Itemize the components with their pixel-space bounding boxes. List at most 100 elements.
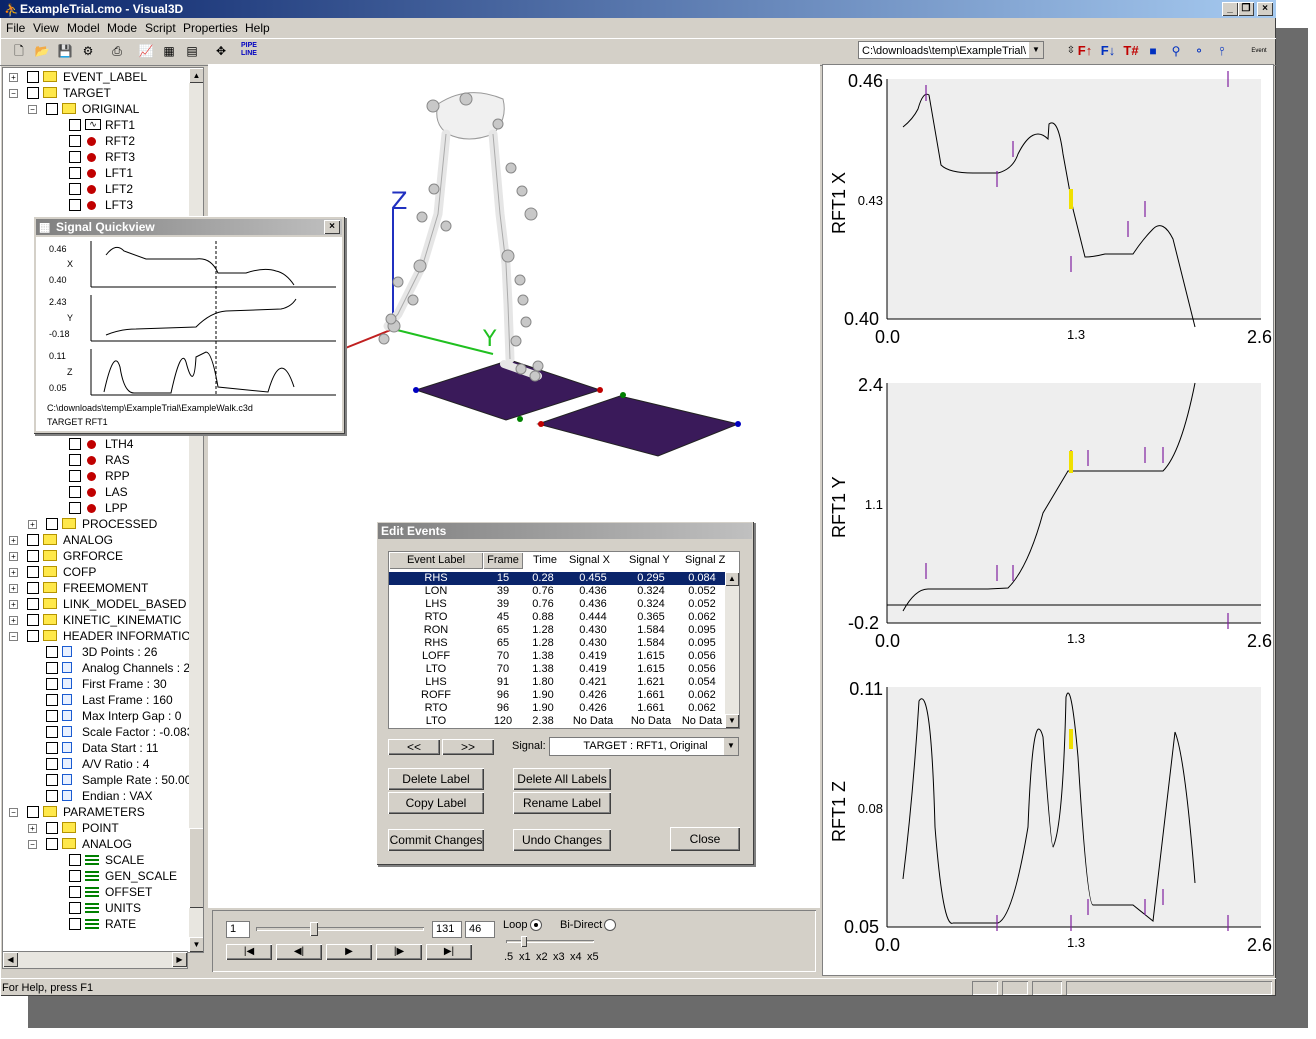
tree-checkbox[interactable]: [27, 582, 39, 594]
signal-select[interactable]: TARGET : RFT1, Original ▼: [549, 737, 739, 756]
table-row[interactable]: ROFF 96 1.90 0.426 1.661 0.062: [389, 689, 725, 702]
col-frame[interactable]: Frame: [483, 552, 523, 569]
step-back-button[interactable]: ◀|: [276, 944, 322, 960]
tree-checkbox[interactable]: [46, 103, 58, 115]
events-scrollbar[interactable]: ▲ ▼: [725, 572, 739, 728]
collapse-icon[interactable]: −: [9, 89, 18, 98]
tree-checkbox[interactable]: [69, 486, 81, 498]
table-row[interactable]: RHS 65 1.28 0.430 1.584 0.095: [389, 637, 725, 650]
table-row[interactable]: LTO 120 2.38 No Data No Data No Data: [389, 715, 725, 728]
table-row[interactable]: RHS 15 0.28 0.455 0.295 0.084: [389, 572, 725, 585]
menu-mode[interactable]: Mode: [107, 21, 137, 35]
force-down-icon[interactable]: F↓: [1099, 42, 1117, 60]
camera-icon[interactable]: ■: [1144, 42, 1162, 60]
path-combo[interactable]: C:\downloads\temp\ExampleTrial\ ▼: [858, 41, 1044, 59]
tree-checkbox[interactable]: [46, 678, 58, 690]
chevron-down-icon[interactable]: ▼: [1029, 42, 1043, 58]
bidirect-radio[interactable]: [604, 919, 616, 931]
maximize-button[interactable]: ❐: [1238, 2, 1254, 16]
tree-checkbox[interactable]: [46, 774, 58, 786]
tree-checkbox[interactable]: [46, 822, 58, 834]
tree-checkbox[interactable]: [69, 167, 81, 179]
collapse-icon[interactable]: −: [28, 840, 37, 849]
signal-quickview-window[interactable]: ▦ Signal Quickview × 0.46 X 0.40 2.43 Y …: [33, 216, 345, 434]
close-dialog-button[interactable]: Close: [670, 827, 740, 851]
menu-help[interactable]: Help: [245, 21, 270, 35]
workspace-icon[interactable]: ✥: [212, 42, 230, 60]
expand-icon[interactable]: +: [28, 824, 37, 833]
scroll-right-icon[interactable]: ▶: [172, 952, 187, 967]
tree-checkbox[interactable]: [27, 71, 39, 83]
expand-icon[interactable]: +: [9, 616, 18, 625]
open-folder-icon[interactable]: 📂: [33, 42, 51, 60]
close-button[interactable]: ×: [1257, 2, 1273, 16]
data-tree[interactable]: + EVENT_LABEL − TARGET − ORIGINAL ∿ RFT1 RFT2 RFT…: [2, 67, 204, 953]
tree-checkbox[interactable]: [46, 838, 58, 850]
table-row[interactable]: LHS 39 0.76 0.436 0.324 0.052: [389, 598, 725, 611]
tree-checkbox[interactable]: [46, 790, 58, 802]
edit-events-dialog[interactable]: Edit Events Event Label Frame Time Signa…: [376, 521, 754, 865]
tree-checkbox[interactable]: [69, 902, 81, 914]
tree-checkbox[interactable]: [69, 438, 81, 450]
prev-event-button[interactable]: <<: [388, 739, 440, 755]
tree-checkbox[interactable]: [46, 726, 58, 738]
collapse-icon[interactable]: −: [28, 105, 37, 114]
graph-panel[interactable]: RFT1 X 0.46 0.43 0.40 0.0 1.3 2.6 RFT1 Y 2.4 1.1-…: [822, 64, 1274, 976]
tree-checkbox[interactable]: [69, 199, 81, 211]
copy-label-button[interactable]: Copy Label: [388, 792, 484, 814]
marker-icon[interactable]: ⚲: [1167, 42, 1185, 60]
scroll-down-icon[interactable]: ▼: [725, 714, 739, 728]
scroll-left-icon[interactable]: ◀: [3, 952, 18, 967]
tree-hscrollbar[interactable]: ◀ ▶: [2, 951, 188, 969]
tree-checkbox[interactable]: [69, 135, 81, 147]
table-row[interactable]: RTO 96 1.90 0.426 1.661 0.062: [389, 702, 725, 715]
tree-checkbox[interactable]: [69, 502, 81, 514]
last-frame-button[interactable]: ▶|: [426, 944, 472, 960]
table-row[interactable]: LON 39 0.76 0.436 0.324 0.052: [389, 585, 725, 598]
scroll-down-icon[interactable]: ▼: [189, 937, 203, 952]
tree-checkbox[interactable]: [27, 87, 39, 99]
tree-checkbox[interactable]: [46, 758, 58, 770]
collapse-icon[interactable]: −: [9, 808, 18, 817]
tree-checkbox[interactable]: [69, 119, 81, 131]
menu-model[interactable]: Model: [67, 21, 100, 35]
tree-checkbox[interactable]: [69, 183, 81, 195]
scroll-up-icon[interactable]: ▲: [189, 68, 203, 83]
next-event-button[interactable]: >>: [442, 739, 494, 755]
menu-script[interactable]: Script: [145, 21, 176, 35]
table-icon[interactable]: ▤: [183, 42, 201, 60]
tree-checkbox[interactable]: [27, 806, 39, 818]
tree-checkbox[interactable]: [69, 886, 81, 898]
tree-checkbox[interactable]: [27, 550, 39, 562]
save-icon[interactable]: 💾: [56, 42, 74, 60]
expand-icon[interactable]: +: [9, 536, 18, 545]
force-up-icon[interactable]: F↑: [1076, 42, 1094, 60]
start-frame-field[interactable]: 1: [226, 921, 250, 938]
target-count-icon[interactable]: T#: [1122, 42, 1140, 60]
commit-changes-button[interactable]: Commit Changes: [388, 829, 484, 851]
delete-all-labels-button[interactable]: Delete All Labels: [513, 768, 611, 790]
frame-slider-thumb[interactable]: [310, 922, 318, 936]
quickview-titlebar[interactable]: ▦ Signal Quickview ×: [36, 219, 342, 235]
tree-checkbox[interactable]: [46, 646, 58, 658]
delete-label-button[interactable]: Delete Label: [388, 768, 484, 790]
tree-checkbox[interactable]: [69, 151, 81, 163]
undo-changes-button[interactable]: Undo Changes: [513, 829, 611, 851]
pipeline-button[interactable]: PIPE LINE: [240, 42, 258, 60]
tree-checkbox[interactable]: [46, 518, 58, 530]
speed-slider-thumb[interactable]: [521, 936, 527, 947]
edit-events-titlebar[interactable]: Edit Events: [378, 523, 752, 539]
table-row[interactable]: RON 65 1.28 0.430 1.584 0.095: [389, 624, 725, 637]
tree-checkbox[interactable]: [69, 454, 81, 466]
expand-icon[interactable]: +: [9, 584, 18, 593]
tree-scrollbar[interactable]: ▲ ▼: [189, 68, 203, 952]
minimize-button[interactable]: _: [1222, 2, 1238, 16]
graph-icon[interactable]: 📈: [137, 42, 155, 60]
rename-label-button[interactable]: Rename Label: [513, 792, 611, 814]
tree-checkbox[interactable]: [46, 662, 58, 674]
table-row[interactable]: LHS 91 1.80 0.421 1.621 0.054: [389, 676, 725, 689]
end-frame-field[interactable]: 131: [432, 921, 462, 938]
collapse-icon[interactable]: −: [9, 632, 18, 641]
col-event-label[interactable]: Event Label: [389, 552, 483, 569]
scroll-up-icon[interactable]: ▲: [725, 572, 739, 586]
